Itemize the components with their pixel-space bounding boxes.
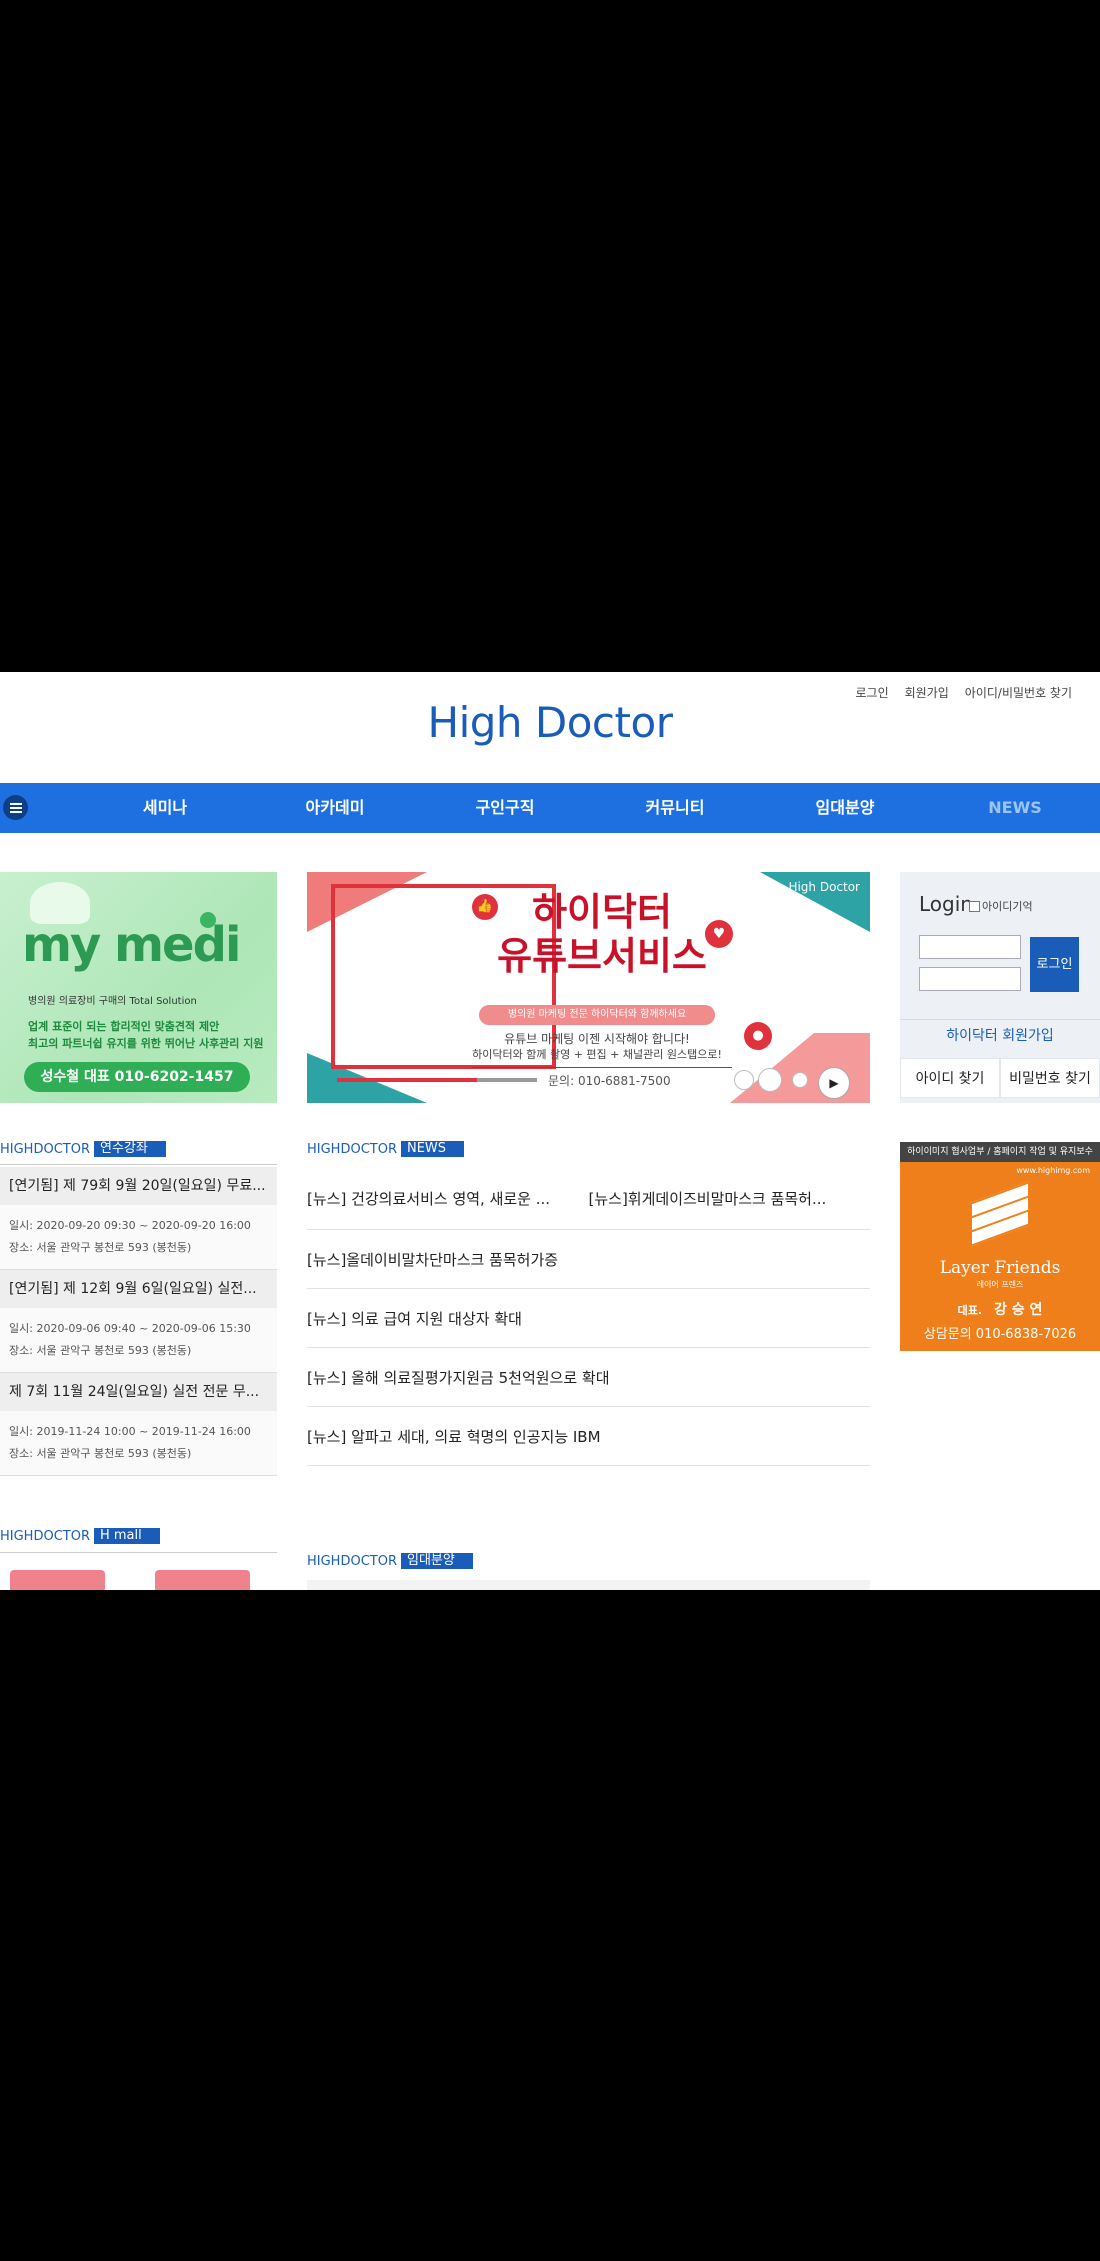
layer-friends-banner[interactable]: 하이이미지 협사업부 / 홈페이지 작업 및 유지보수 www.highimg.…: [900, 1142, 1100, 1351]
main-nav: 세미나 아카데미 구인구직 커뮤니티 임대분양 NEWS: [0, 783, 1100, 833]
edu-meta: 일시: 2019-11-24 10:00 ~ 2019-11-24 16:00 …: [0, 1411, 277, 1475]
news-heading-prefix: HIGHDOCTOR: [307, 1141, 397, 1157]
edu-date: 일시: 2020-09-06 09:40 ~ 2020-09-06 15:30: [9, 1322, 251, 1335]
slide-progress-bar: [477, 1078, 537, 1082]
news-link[interactable]: [뉴스] 건강의료서비스 영역, 새로운 ...: [307, 1188, 589, 1209]
find-id-button[interactable]: 아이디 찾기: [900, 1058, 1000, 1098]
main-slider[interactable]: High Doctor 👍 하이닥터 유튜브서비스 ♥ 병의원 마케팅 전문 하…: [307, 872, 870, 1103]
divider: [0, 1164, 277, 1165]
slide-brand: High Doctor: [788, 880, 860, 894]
edu-title[interactable]: 제 7회 11월 24일(일요일) 실전 전문 무...: [0, 1373, 277, 1411]
edu-place: 장소: 서울 관악구 봉천로 593 (봉천동): [9, 1344, 192, 1357]
rent-heading[interactable]: HIGHDOCTOR 임대분양: [307, 1552, 473, 1570]
rent-heading-tag: 임대분양: [400, 1553, 473, 1569]
product-image[interactable]: [155, 1570, 250, 1590]
edu-list: [연기됨] 제 79회 9월 20일(일요일) 무료... 일시: 2020-0…: [0, 1167, 277, 1476]
news-link[interactable]: [뉴스] 알파고 세대, 의료 혁명의 인공지능 IBM: [307, 1407, 870, 1466]
news-heading-tag: NEWS: [400, 1141, 465, 1157]
person-icon: ●: [744, 1022, 772, 1050]
join-link[interactable]: 하이닥터 회원가입: [900, 1019, 1100, 1051]
mymedi-line-1: 업계 표준이 되는 합리적인 맞춤견적 제안: [28, 1020, 220, 1033]
slide-dot[interactable]: [734, 1070, 754, 1090]
remember-checkbox[interactable]: [969, 900, 980, 912]
news-link[interactable]: [뉴스]올데이비말차단마스크 품목허가증: [307, 1230, 870, 1289]
login-title: Login: [919, 892, 973, 916]
product-image[interactable]: [10, 1570, 105, 1590]
password-input[interactable]: [919, 967, 1021, 991]
nav-item-community[interactable]: 커뮤니티: [615, 783, 735, 833]
heart-icon: ♥: [705, 920, 733, 948]
divider: [472, 1067, 732, 1068]
slide-headline-2: 유튜브서비스: [497, 934, 707, 978]
edu-place: 장소: 서울 관악구 봉천로 593 (봉천동): [9, 1447, 192, 1460]
nav-item-academy[interactable]: 아카데미: [275, 783, 395, 833]
slide-sub-1: 유튜브 마케팅 이젠 시작해야 합니다!: [504, 1032, 690, 1046]
login-box: Login 아이디기억 로그인 하이닥터 회원가입 아이디 찾기 비밀번호 찾기: [900, 872, 1100, 1103]
login-button[interactable]: 로그인: [1030, 937, 1079, 992]
ad-call: 상담문의 010-6838-7026: [923, 1327, 1077, 1342]
rent-heading-prefix: HIGHDOCTOR: [307, 1553, 397, 1569]
slide-phone: 문의: 010-6881-7500: [548, 1074, 671, 1088]
site-logo[interactable]: High Doctor: [0, 698, 1100, 747]
edu-title[interactable]: [연기됨] 제 79회 9월 20일(일요일) 무료...: [0, 1167, 277, 1205]
slide-dot[interactable]: [758, 1068, 782, 1092]
edu-heading-prefix: HIGHDOCTOR: [0, 1141, 90, 1157]
play-icon[interactable]: ▶: [818, 1067, 850, 1099]
slide-sub-2: 하이닥터와 함께 촬영 + 편집 + 채널관리 원스탭으로!: [472, 1048, 722, 1061]
news-link[interactable]: [뉴스]휘게데이즈비말마스크 품목허...: [589, 1188, 871, 1209]
edu-heading[interactable]: HIGHDOCTOR 연수강좌: [0, 1140, 166, 1158]
hmall-heading-tag: H mall: [93, 1528, 160, 1544]
slide-headline-1: 하이닥터: [532, 890, 672, 934]
news-link[interactable]: [뉴스] 올해 의료질평가지원금 5천억원으로 확대: [307, 1348, 870, 1407]
find-password-button[interactable]: 비밀번호 찾기: [1000, 1058, 1100, 1098]
ad-ceo-name: 강 승 연: [994, 1302, 1043, 1318]
layers-icon: [970, 1181, 1030, 1247]
edu-meta: 일시: 2020-09-06 09:40 ~ 2020-09-06 15:30 …: [0, 1308, 277, 1372]
hamburger-menu-icon[interactable]: [3, 795, 28, 820]
mymedi-contact-button[interactable]: 성수철 대표 010-6202-1457: [24, 1062, 250, 1092]
slide-headline: 하이닥터 유튜브서비스: [477, 890, 727, 978]
leaf-icon: [200, 912, 216, 928]
hmall-heading-prefix: HIGHDOCTOR: [0, 1528, 90, 1544]
ad-top-text: 하이이미지 협사업부 / 홈페이지 작업 및 유지보수: [900, 1142, 1100, 1162]
list-item: [뉴스] 건강의료서비스 영역, 새로운 ... [뉴스]휘게데이즈비말마스크 …: [307, 1167, 870, 1230]
ad-company-name: Layer Friends: [939, 1258, 1061, 1278]
hmall-products: [0, 1570, 277, 1590]
mymedi-line-2: 최고의 파트너쉽 유지를 위한 뛰어난 사후관리 지원: [28, 1037, 264, 1050]
slide-dot[interactable]: [792, 1072, 808, 1088]
ad-company-kname: 레이어 프렌즈: [976, 1280, 1024, 1289]
divider: [0, 1552, 277, 1553]
ad-ceo-label: 대표.: [957, 1304, 983, 1317]
remember-label: 아이디기억: [982, 900, 1033, 913]
edu-place: 장소: 서울 관악구 봉천로 593 (봉천동): [9, 1241, 192, 1254]
nav-item-news[interactable]: NEWS: [955, 783, 1075, 833]
list-item[interactable]: [연기됨] 제 12회 9월 6일(일요일) 실전... 일시: 2020-09…: [0, 1270, 277, 1373]
ad-url: www.highimg.com: [1016, 1166, 1090, 1175]
list-item[interactable]: 제 7회 11월 24일(일요일) 실전 전문 무... 일시: 2019-11…: [0, 1373, 277, 1476]
news-link[interactable]: [뉴스] 의료 급여 지원 대상자 확대: [307, 1289, 870, 1348]
edu-date: 일시: 2020-09-20 09:30 ~ 2020-09-20 16:00: [9, 1219, 251, 1232]
ad-ceo: 대표. 강 승 연: [900, 1299, 1100, 1319]
nav-item-jobs[interactable]: 구인구직: [445, 783, 565, 833]
edu-meta: 일시: 2020-09-20 09:30 ~ 2020-09-20 16:00 …: [0, 1205, 277, 1269]
edu-date: 일시: 2019-11-24 10:00 ~ 2019-11-24 16:00: [9, 1425, 251, 1438]
news-heading[interactable]: HIGHDOCTOR NEWS: [307, 1140, 465, 1158]
id-input[interactable]: [919, 935, 1021, 959]
hmall-heading[interactable]: HIGHDOCTOR H mall: [0, 1527, 160, 1545]
remember-id[interactable]: 아이디기억: [969, 898, 1033, 914]
edu-title[interactable]: [연기됨] 제 12회 9월 6일(일요일) 실전...: [0, 1270, 277, 1308]
nav-item-seminar[interactable]: 세미나: [105, 783, 225, 833]
slide-progress-bar: [337, 1078, 477, 1082]
news-list: [뉴스] 건강의료서비스 영역, 새로운 ... [뉴스]휘게데이즈비말마스크 …: [307, 1167, 870, 1466]
rent-list: [307, 1580, 870, 1590]
nav-item-rent[interactable]: 임대분양: [785, 783, 905, 833]
list-item[interactable]: [연기됨] 제 79회 9월 20일(일요일) 무료... 일시: 2020-0…: [0, 1167, 277, 1270]
page: 로그인 회원가입 아이디/비밀번호 찾기 High Doctor 세미나 아카데…: [0, 672, 1100, 1590]
mymedi-tagline: 병의원 의료장비 구매의 Total Solution: [28, 996, 197, 1007]
edu-heading-tag: 연수강좌: [93, 1141, 166, 1157]
mymedi-banner[interactable]: my medi 병의원 의료장비 구매의 Total Solution 업계 표…: [0, 872, 277, 1103]
slide-pill: 병의원 마케팅 전문 하이닥터와 함께하세요: [479, 1005, 715, 1025]
